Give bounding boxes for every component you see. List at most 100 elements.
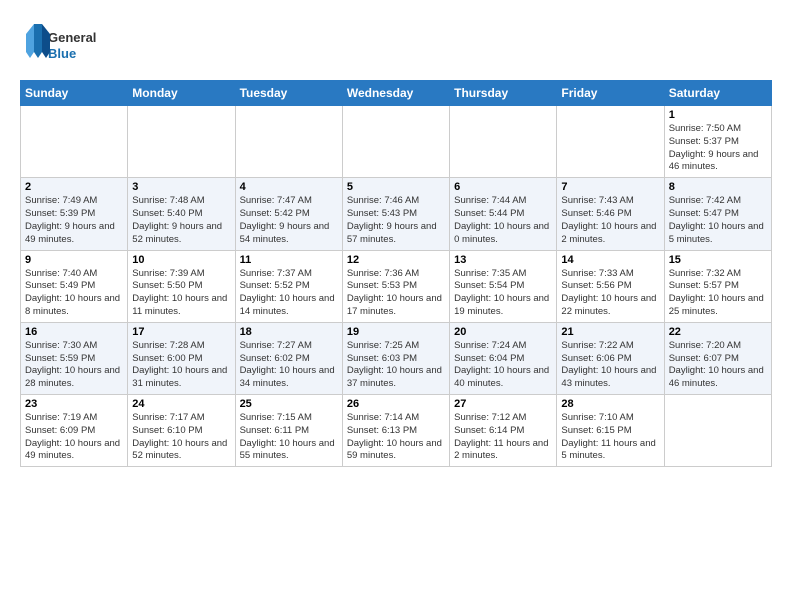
day-number: 21 <box>561 326 659 338</box>
day-cell: 24 Sunrise: 7:17 AM Sunset: 6:10 PM Dayli… <box>128 395 235 467</box>
day-info: Sunrise: 7:46 AM Sunset: 5:43 PM Dayligh… <box>347 195 445 246</box>
day-cell: 5 Sunrise: 7:46 AM Sunset: 5:43 PM Daylig… <box>342 178 449 250</box>
day-cell: 28 Sunrise: 7:10 AM Sunset: 6:15 PM Dayli… <box>557 395 664 467</box>
day-number: 6 <box>454 181 552 193</box>
day-info: Sunrise: 7:28 AM Sunset: 6:00 PM Dayligh… <box>132 340 230 391</box>
day-info: Sunrise: 7:19 AM Sunset: 6:09 PM Dayligh… <box>25 412 123 463</box>
day-info: Sunrise: 7:40 AM Sunset: 5:49 PM Dayligh… <box>25 268 123 319</box>
day-cell <box>664 395 771 467</box>
day-info: Sunrise: 7:10 AM Sunset: 6:15 PM Dayligh… <box>561 412 659 463</box>
day-cell: 20 Sunrise: 7:24 AM Sunset: 6:04 PM Dayli… <box>450 322 557 394</box>
day-cell <box>342 106 449 178</box>
day-info: Sunrise: 7:37 AM Sunset: 5:52 PM Dayligh… <box>240 268 338 319</box>
day-info: Sunrise: 7:30 AM Sunset: 5:59 PM Dayligh… <box>25 340 123 391</box>
day-number: 10 <box>132 254 230 266</box>
day-cell: 18 Sunrise: 7:27 AM Sunset: 6:02 PM Dayli… <box>235 322 342 394</box>
col-header-monday: Monday <box>128 81 235 106</box>
day-info: Sunrise: 7:17 AM Sunset: 6:10 PM Dayligh… <box>132 412 230 463</box>
day-cell: 22 Sunrise: 7:20 AM Sunset: 6:07 PM Dayli… <box>664 322 771 394</box>
col-header-tuesday: Tuesday <box>235 81 342 106</box>
day-number: 3 <box>132 181 230 193</box>
day-number: 13 <box>454 254 552 266</box>
day-info: Sunrise: 7:32 AM Sunset: 5:57 PM Dayligh… <box>669 268 767 319</box>
day-cell <box>21 106 128 178</box>
day-number: 28 <box>561 398 659 410</box>
day-info: Sunrise: 7:49 AM Sunset: 5:39 PM Dayligh… <box>25 195 123 246</box>
day-cell <box>450 106 557 178</box>
day-info: Sunrise: 7:14 AM Sunset: 6:13 PM Dayligh… <box>347 412 445 463</box>
day-info: Sunrise: 7:12 AM Sunset: 6:14 PM Dayligh… <box>454 412 552 463</box>
day-cell: 4Sunrise: 7:47 AM Sunset: 5:42 PM Daylig… <box>235 178 342 250</box>
day-cell: 14 Sunrise: 7:33 AM Sunset: 5:56 PM Dayli… <box>557 250 664 322</box>
calendar-header-row: SundayMondayTuesdayWednesdayThursdayFrid… <box>21 81 772 106</box>
day-info: Sunrise: 7:48 AM Sunset: 5:40 PM Dayligh… <box>132 195 230 246</box>
day-info: Sunrise: 7:15 AM Sunset: 6:11 PM Dayligh… <box>240 412 338 463</box>
day-cell: 13 Sunrise: 7:35 AM Sunset: 5:54 PM Dayli… <box>450 250 557 322</box>
day-info: Sunrise: 7:43 AM Sunset: 5:46 PM Dayligh… <box>561 195 659 246</box>
day-cell: 9Sunrise: 7:40 AM Sunset: 5:49 PM Daylig… <box>21 250 128 322</box>
svg-text:General: General <box>48 30 96 45</box>
day-number: 17 <box>132 326 230 338</box>
day-info: Sunrise: 7:47 AM Sunset: 5:42 PM Dayligh… <box>240 195 338 246</box>
day-cell: 19 Sunrise: 7:25 AM Sunset: 6:03 PM Dayli… <box>342 322 449 394</box>
day-number: 2 <box>25 181 123 193</box>
day-number: 12 <box>347 254 445 266</box>
day-cell: 8Sunrise: 7:42 AM Sunset: 5:47 PM Daylig… <box>664 178 771 250</box>
day-cell: 23 Sunrise: 7:19 AM Sunset: 6:09 PM Dayli… <box>21 395 128 467</box>
day-cell: 12 Sunrise: 7:36 AM Sunset: 5:53 PM Dayli… <box>342 250 449 322</box>
day-info: Sunrise: 7:25 AM Sunset: 6:03 PM Dayligh… <box>347 340 445 391</box>
day-number: 26 <box>347 398 445 410</box>
day-cell <box>557 106 664 178</box>
day-cell: 25Sunrise: 7:15 AM Sunset: 6:11 PM Dayli… <box>235 395 342 467</box>
day-number: 1 <box>669 109 767 121</box>
page-header: General Blue <box>20 20 772 70</box>
day-cell <box>235 106 342 178</box>
day-number: 27 <box>454 398 552 410</box>
day-info: Sunrise: 7:33 AM Sunset: 5:56 PM Dayligh… <box>561 268 659 319</box>
day-number: 5 <box>347 181 445 193</box>
week-row-2: 2 Sunrise: 7:49 AM Sunset: 5:39 PM Daylig… <box>21 178 772 250</box>
day-info: Sunrise: 7:20 AM Sunset: 6:07 PM Dayligh… <box>669 340 767 391</box>
day-number: 14 <box>561 254 659 266</box>
day-info: Sunrise: 7:44 AM Sunset: 5:44 PM Dayligh… <box>454 195 552 246</box>
week-row-1: 1 Sunrise: 7:50 AM Sunset: 5:37 PM Daylig… <box>21 106 772 178</box>
day-number: 24 <box>132 398 230 410</box>
week-row-5: 23 Sunrise: 7:19 AM Sunset: 6:09 PM Dayli… <box>21 395 772 467</box>
day-cell: 1 Sunrise: 7:50 AM Sunset: 5:37 PM Daylig… <box>664 106 771 178</box>
day-info: Sunrise: 7:42 AM Sunset: 5:47 PM Dayligh… <box>669 195 767 246</box>
logo: General Blue <box>20 20 110 70</box>
day-info: Sunrise: 7:24 AM Sunset: 6:04 PM Dayligh… <box>454 340 552 391</box>
day-cell: 16 Sunrise: 7:30 AM Sunset: 5:59 PM Dayli… <box>21 322 128 394</box>
day-cell: 3 Sunrise: 7:48 AM Sunset: 5:40 PM Daylig… <box>128 178 235 250</box>
col-header-friday: Friday <box>557 81 664 106</box>
day-cell: 11 Sunrise: 7:37 AM Sunset: 5:52 PM Dayli… <box>235 250 342 322</box>
day-number: 16 <box>25 326 123 338</box>
day-cell: 6 Sunrise: 7:44 AM Sunset: 5:44 PM Daylig… <box>450 178 557 250</box>
day-number: 22 <box>669 326 767 338</box>
day-number: 19 <box>347 326 445 338</box>
day-cell: 26 Sunrise: 7:14 AM Sunset: 6:13 PM Dayli… <box>342 395 449 467</box>
day-cell: 17 Sunrise: 7:28 AM Sunset: 6:00 PM Dayli… <box>128 322 235 394</box>
day-cell: 27 Sunrise: 7:12 AM Sunset: 6:14 PM Dayli… <box>450 395 557 467</box>
day-cell: 10Sunrise: 7:39 AM Sunset: 5:50 PM Dayli… <box>128 250 235 322</box>
logo-svg: General Blue <box>20 20 110 70</box>
day-number: 18 <box>240 326 338 338</box>
day-info: Sunrise: 7:22 AM Sunset: 6:06 PM Dayligh… <box>561 340 659 391</box>
day-info: Sunrise: 7:35 AM Sunset: 5:54 PM Dayligh… <box>454 268 552 319</box>
day-number: 20 <box>454 326 552 338</box>
day-cell: 2 Sunrise: 7:49 AM Sunset: 5:39 PM Daylig… <box>21 178 128 250</box>
day-info: Sunrise: 7:36 AM Sunset: 5:53 PM Dayligh… <box>347 268 445 319</box>
col-header-thursday: Thursday <box>450 81 557 106</box>
day-cell: 21 Sunrise: 7:22 AM Sunset: 6:06 PM Dayli… <box>557 322 664 394</box>
day-cell <box>128 106 235 178</box>
week-row-4: 16 Sunrise: 7:30 AM Sunset: 5:59 PM Dayli… <box>21 322 772 394</box>
col-header-sunday: Sunday <box>21 81 128 106</box>
day-number: 7 <box>561 181 659 193</box>
day-number: 23 <box>25 398 123 410</box>
day-info: Sunrise: 7:50 AM Sunset: 5:37 PM Dayligh… <box>669 123 767 174</box>
day-info: Sunrise: 7:27 AM Sunset: 6:02 PM Dayligh… <box>240 340 338 391</box>
calendar-table: SundayMondayTuesdayWednesdayThursdayFrid… <box>20 80 772 467</box>
day-number: 11 <box>240 254 338 266</box>
svg-text:Blue: Blue <box>48 46 76 61</box>
day-cell: 15Sunrise: 7:32 AM Sunset: 5:57 PM Dayli… <box>664 250 771 322</box>
